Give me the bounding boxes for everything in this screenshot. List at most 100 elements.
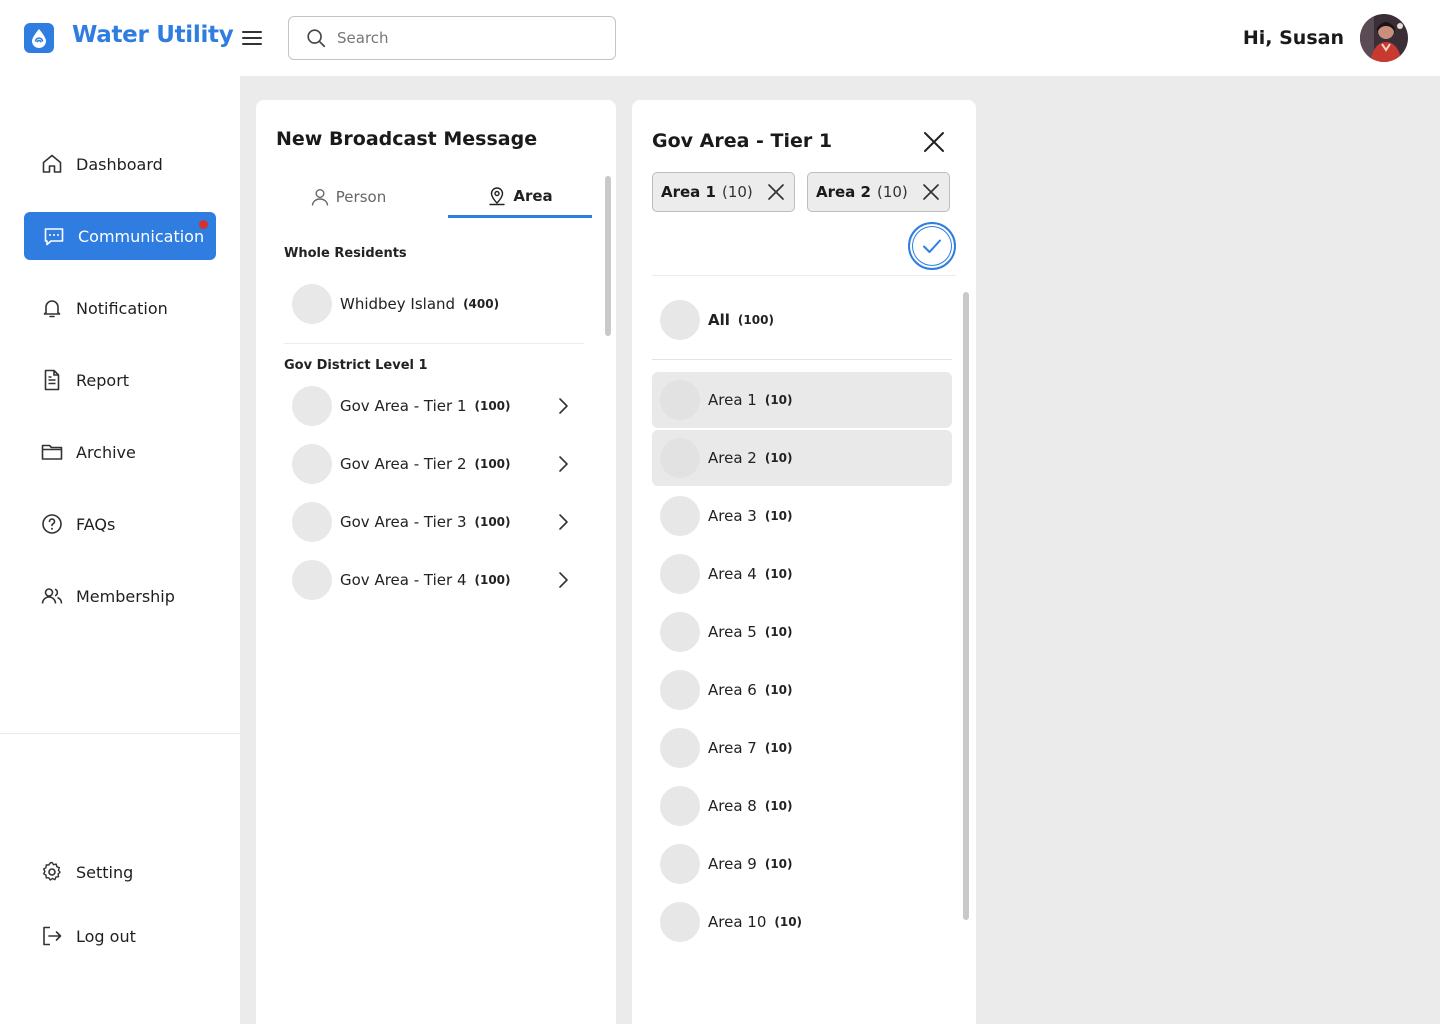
tab-person[interactable]: Person [276,176,420,218]
item-count: (100) [474,399,511,413]
user-greeting: Hi, Susan [1242,27,1344,49]
sidebar-item-label: Communication [78,226,205,246]
list-item-area-6[interactable]: Area 6 (10) [652,662,952,718]
folder-icon [40,440,64,464]
chevron-right-icon[interactable] [552,569,574,591]
radio-circle[interactable] [292,560,332,600]
sidebar-item-label: Dashboard [76,154,163,174]
sidebar-item-label: Report [76,370,130,390]
list-item-gov-area-tier-2[interactable]: Gov Area - Tier 2 (100) [292,442,588,486]
list-item-area-9[interactable]: Area 9 (10) [652,836,952,892]
list-item-area-5[interactable]: Area 5 (10) [652,604,952,660]
radio-circle[interactable] [660,380,700,420]
item-count: (10) [764,451,793,465]
list-item-whidbey-island[interactable]: Whidbey Island (400) [292,282,588,326]
item-label: Gov Area - Tier 1 [340,397,467,415]
radio-circle[interactable] [660,844,700,884]
chevron-right-icon[interactable] [552,395,574,417]
list-item-area-10[interactable]: Area 10 (10) [652,894,952,950]
list-item-gov-area-tier-1[interactable]: Gov Area - Tier 1 (100) [292,384,588,428]
chevron-right-icon[interactable] [552,511,574,533]
radio-circle[interactable] [660,438,700,478]
search-icon [305,27,327,49]
sidebar-item-notification[interactable]: Notification [24,284,216,332]
sidebar-divider [0,733,240,734]
item-label: Area 7 [708,739,757,757]
search-input[interactable] [337,29,587,47]
radio-circle[interactable] [660,902,700,942]
item-label: Area 6 [708,681,757,699]
tier-selection-panel: Gov Area - Tier 1 Area 1 (10) Area 2 (10… [632,100,976,1024]
hamburger-menu-icon[interactable] [240,26,264,50]
radio-circle[interactable] [292,284,332,324]
item-count: (10) [764,509,793,523]
water-drop-logo-icon [24,23,54,53]
scrollbar[interactable] [963,292,969,920]
list-item-area-3[interactable]: Area 3 (10) [652,488,952,544]
tab-area[interactable]: Area [448,176,592,218]
item-label: Area 9 [708,855,757,873]
item-count: (100) [474,573,511,587]
item-count: (400) [463,297,500,311]
search-box [288,16,616,60]
document-icon [40,368,64,392]
selected-chip-area-1: Area 1 (10) [652,172,795,212]
radio-circle[interactable] [660,786,700,826]
radio-circle[interactable] [660,728,700,768]
chip-label: Area 2 [816,183,871,201]
item-label: Whidbey Island [340,295,456,313]
radio-circle[interactable] [660,612,700,652]
list-item-all[interactable]: All (100) [652,292,952,348]
item-label: Gov Area - Tier 3 [340,513,467,531]
user-avatar[interactable] [1360,14,1408,62]
list-item-area-7[interactable]: Area 7 (10) [652,720,952,776]
divider [652,275,956,276]
item-label: All [708,311,730,329]
checkmark-icon [920,234,944,258]
list-item-area-4[interactable]: Area 4 (10) [652,546,952,602]
sidebar-item-membership[interactable]: Membership [24,572,216,620]
item-count: (10) [764,741,793,755]
item-label: Gov Area - Tier 2 [340,455,467,473]
list-item-area-1[interactable]: Area 1 (10) [652,372,952,428]
chip-count: (10) [721,183,753,201]
chevron-right-icon[interactable] [552,453,574,475]
sidebar-item-label: Archive [76,442,136,462]
list-item-gov-area-tier-3[interactable]: Gov Area - Tier 3 (100) [292,500,588,544]
item-count: (10) [764,857,793,871]
radio-circle[interactable] [292,444,332,484]
item-label: Area 8 [708,797,757,815]
help-circle-icon [40,512,64,536]
section-label-whole-residents: Whole Residents [284,246,407,261]
radio-circle[interactable] [660,300,700,340]
sidebar-item-label: Log out [76,926,136,946]
radio-circle[interactable] [292,386,332,426]
item-label: Area 10 [708,913,767,931]
sidebar-item-logout[interactable]: Log out [24,912,216,960]
remove-chip-icon[interactable] [766,182,786,202]
radio-circle[interactable] [660,554,700,594]
sidebar-item-dashboard[interactable]: Dashboard [24,140,216,188]
list-item-area-8[interactable]: Area 8 (10) [652,778,952,834]
tab-label: Area [513,186,553,205]
item-label: Area 4 [708,565,757,583]
radio-circle[interactable] [292,502,332,542]
broadcast-panel: New Broadcast Message Person Area Whole … [256,100,616,1024]
top-header: Water Utility Hi, Susan [0,0,1440,76]
scrollbar[interactable] [605,176,611,336]
item-count: (100) [737,313,774,327]
home-icon [40,152,64,176]
sidebar-item-archive[interactable]: Archive [24,428,216,476]
remove-chip-icon[interactable] [921,182,941,202]
confirm-button[interactable] [908,222,956,270]
list-item-gov-area-tier-4[interactable]: Gov Area - Tier 4 (100) [292,558,588,602]
sidebar-item-faqs[interactable]: FAQs [24,500,216,548]
sidebar-item-setting[interactable]: Setting [24,848,216,896]
sidebar-item-communication[interactable]: Communication [24,212,216,260]
section-label-gov-district: Gov District Level 1 [284,358,428,373]
list-item-area-2[interactable]: Area 2 (10) [652,430,952,486]
sidebar-item-report[interactable]: Report [24,356,216,404]
radio-circle[interactable] [660,670,700,710]
radio-circle[interactable] [660,496,700,536]
close-icon[interactable] [920,128,948,156]
